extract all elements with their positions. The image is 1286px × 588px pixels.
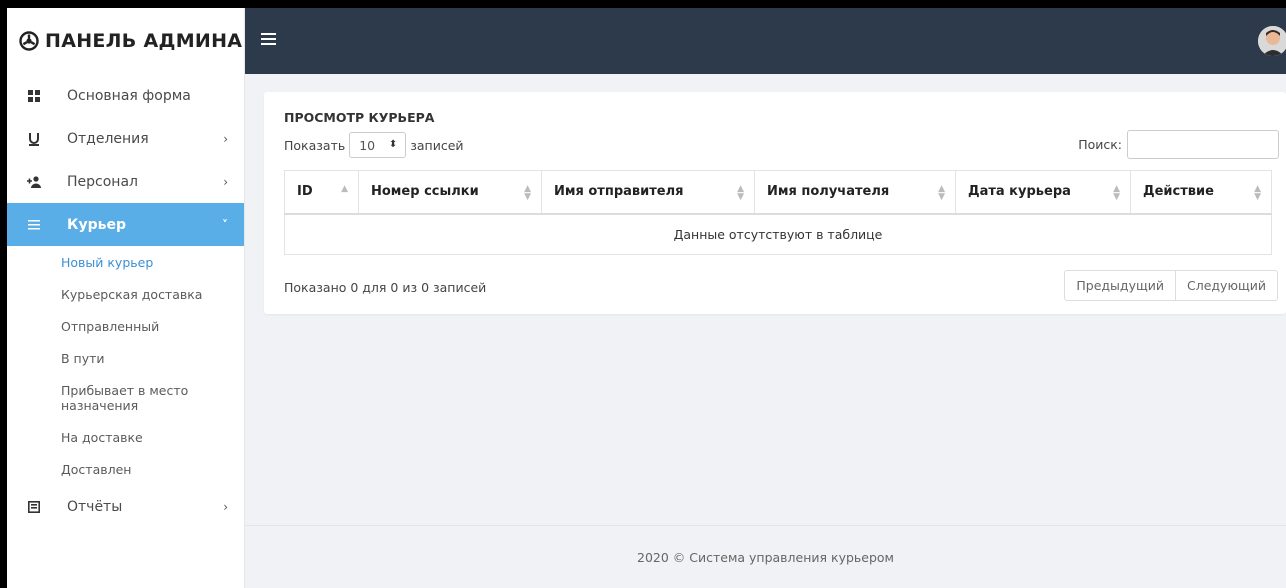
table-info: Показано 0 для 0 из 0 записей (284, 280, 487, 295)
chevron-right-icon: › (223, 499, 228, 514)
chevron-right-icon: › (223, 131, 228, 146)
admin-logo-icon (19, 31, 39, 51)
footer: 2020 © Система управления курьером (245, 525, 1286, 588)
footer-text: 2020 © Система управления курьером (637, 549, 894, 565)
sidebar-item-reports[interactable]: Отчёты › (7, 485, 244, 528)
top-bar (245, 8, 1286, 74)
sort-icon: ▲ ▼ (938, 184, 945, 202)
avatar[interactable] (1258, 26, 1286, 56)
submenu-item-delivered[interactable]: Доставлен (61, 453, 244, 485)
sort-icon: ▲ ▼ (737, 184, 744, 202)
submenu-item-sent[interactable]: Отправленный (61, 310, 244, 342)
column-header-sender[interactable]: Имя отправителя ▲ ▼ (541, 170, 755, 215)
select-arrows-icon: ⬍ (388, 139, 398, 150)
courier-table: ID ▲ Номер ссылки ▲ ▼ Имя отправителя ▲ ▼ Имя… (284, 170, 1272, 255)
submenu-item-arriving[interactable]: Прибывает в место назначения (61, 374, 211, 421)
sidebar-item-label: Отчёты (67, 498, 123, 515)
sidebar-item-branches[interactable]: Отделения › (7, 117, 244, 160)
report-icon (27, 500, 41, 514)
user-avatar-icon (1258, 26, 1286, 56)
page-length-value: 10 (359, 137, 376, 153)
page-length-select[interactable]: 10 ⬍ (349, 132, 407, 158)
next-page-button[interactable]: Следующий (1176, 270, 1278, 301)
app-window: ПАНЕЛЬ АДМИНА Основная форма Отделения ›… (7, 8, 1286, 588)
sidebar-item-dashboard[interactable]: Основная форма (7, 74, 244, 117)
menu-toggle-icon[interactable] (261, 33, 276, 47)
submenu-item-out-for-delivery[interactable]: На доставке (61, 421, 244, 453)
brand[interactable]: ПАНЕЛЬ АДМИНА (7, 8, 244, 74)
pagination: Предыдущий Следующий (1064, 270, 1278, 301)
column-header-action[interactable]: Действие ▲ ▼ (1130, 170, 1272, 215)
search-input[interactable] (1127, 130, 1279, 159)
sort-icon: ▲ ▼ (524, 184, 531, 202)
column-header-date[interactable]: Дата курьера ▲ ▼ (955, 170, 1131, 215)
branch-icon (27, 132, 41, 146)
page-title: ПРОСМОТР КУРЬЕРА (284, 110, 435, 125)
previous-page-button[interactable]: Предыдущий (1064, 270, 1176, 301)
search-label: Поиск: (1078, 137, 1122, 152)
submenu-item-new-courier[interactable]: Новый курьер (61, 246, 244, 278)
page-length-control: Показать 10 ⬍ записей (284, 132, 464, 158)
empty-table-message: Данные отсутствуют в таблице (284, 213, 1272, 255)
records-label: записей (410, 137, 464, 153)
sidebar: ПАНЕЛЬ АДМИНА Основная форма Отделения ›… (7, 8, 245, 588)
submenu-item-in-transit[interactable]: В пути (61, 342, 244, 374)
dashboard-icon (27, 89, 41, 103)
show-label: Показать (284, 137, 346, 153)
staff-icon (27, 175, 41, 189)
sort-asc-icon: ▲ (341, 184, 348, 194)
sort-icon: ▲ ▼ (1113, 184, 1120, 202)
column-header-recipient[interactable]: Имя получателя ▲ ▼ (754, 170, 956, 215)
sort-icon: ▲ ▼ (1254, 184, 1261, 202)
chevron-down-icon: ˅ (222, 217, 228, 232)
sidebar-item-label: Отделения (67, 130, 149, 147)
sidebar-item-courier[interactable]: Курьер ˅ (7, 203, 244, 246)
search-control: Поиск: (1078, 130, 1279, 159)
chevron-right-icon: › (223, 174, 228, 189)
submenu-item-courier-delivery[interactable]: Курьерская доставка (61, 278, 244, 310)
list-icon (27, 218, 41, 232)
sidebar-item-staff[interactable]: Персонал › (7, 160, 244, 203)
courier-submenu: Новый курьер Курьерская доставка Отправл… (7, 246, 244, 485)
column-header-id[interactable]: ID ▲ (284, 170, 359, 215)
sidebar-item-label: Основная форма (67, 87, 191, 104)
table-row: Данные отсутствуют в таблице (284, 213, 1272, 255)
sidebar-item-label: Курьер (67, 216, 126, 233)
column-header-reference[interactable]: Номер ссылки ▲ ▼ (358, 170, 542, 215)
sidebar-item-label: Персонал (67, 173, 138, 190)
courier-list-card: ПРОСМОТР КУРЬЕРА Показать 10 ⬍ записей П… (264, 92, 1286, 314)
brand-title: ПАНЕЛЬ АДМИНА (45, 30, 243, 52)
